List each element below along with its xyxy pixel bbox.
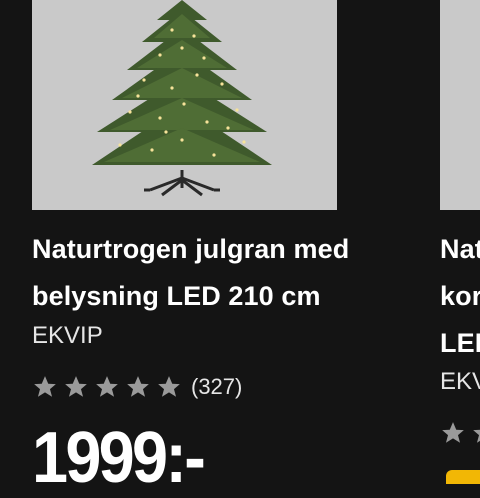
product-title-line[interactable]: Nat — [440, 226, 480, 273]
star-icon — [65, 376, 87, 397]
product-title[interactable]: Nat kor LEI — [440, 226, 480, 367]
star-icon — [158, 376, 180, 397]
star-icon — [473, 429, 480, 443]
review-count: (327) — [191, 374, 243, 399]
star-icon — [127, 376, 149, 397]
product-title-line[interactable]: kor — [440, 273, 480, 320]
badge — [446, 470, 480, 484]
star-icon — [96, 376, 118, 397]
christmas-tree-image — [92, 0, 272, 197]
product-image[interactable] — [440, 0, 480, 210]
product-brand: EKVIP — [32, 322, 103, 349]
rating — [440, 418, 480, 448]
star-icon — [442, 422, 464, 443]
product-image[interactable] — [32, 0, 337, 210]
product-title-line[interactable]: belysning LED 210 cm — [32, 273, 392, 320]
product-price: 1999:- — [32, 418, 206, 498]
product-brand: EKV — [440, 368, 480, 395]
rating: (327) — [32, 372, 242, 402]
star-icon — [34, 376, 56, 397]
product-title-line[interactable]: Naturtrogen julgran med — [32, 226, 392, 273]
product-title[interactable]: Naturtrogen julgran med belysning LED 21… — [32, 226, 392, 320]
product-title-line[interactable]: LEI — [440, 320, 480, 367]
